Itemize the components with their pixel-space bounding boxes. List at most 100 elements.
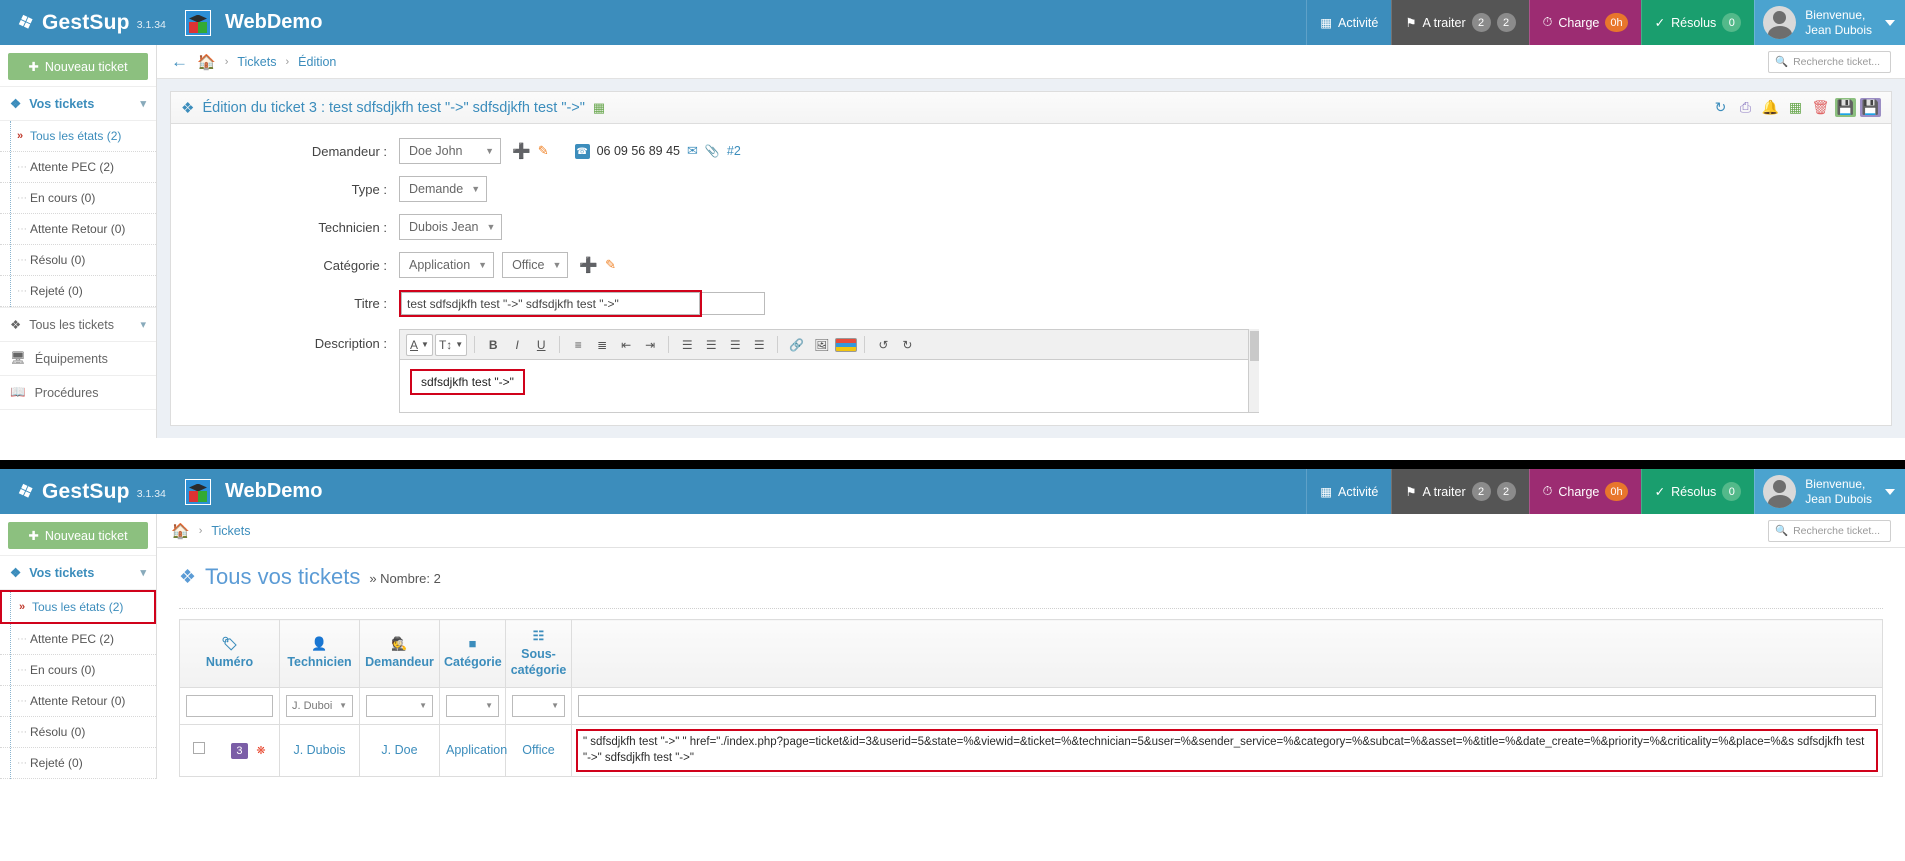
sidebar-section-your-tickets[interactable]: ❖ Vos tickets ▾ xyxy=(0,86,156,121)
top-search-input[interactable]: 🔍 Recherche ticket... xyxy=(1768,50,1891,73)
filter-numero-input[interactable] xyxy=(186,694,273,717)
pencil-icon[interactable]: ✎ xyxy=(538,143,549,159)
type-select[interactable]: Demande ▼ xyxy=(399,176,488,202)
sidebar-section-all-tickets[interactable]: ❖ Tous les tickets ▾ xyxy=(0,307,156,342)
breadcrumb-tickets[interactable]: Tickets xyxy=(237,55,276,69)
bold-icon[interactable]: B xyxy=(482,334,504,356)
nav-a-traiter[interactable]: ⚑ A traiter 2 2 xyxy=(1391,469,1529,514)
nav-charge[interactable]: ⏱ Charge 0h xyxy=(1528,0,1641,45)
brand-area[interactable]: ❖ GestSup 3.1.34 xyxy=(0,479,175,506)
filter-souscategorie-select[interactable]: ▼ xyxy=(512,694,565,717)
sidebar-item-tous-les-etats[interactable]: » Tous les états (2) xyxy=(0,590,156,624)
ticket-ref-link[interactable]: #2 xyxy=(727,144,741,158)
font-color-icon[interactable]: A ▼ xyxy=(406,333,433,356)
palette-icon[interactable] xyxy=(835,337,858,352)
pencil-icon[interactable]: ✎ xyxy=(605,257,616,273)
new-ticket-button[interactable]: ✚ Nouveau ticket xyxy=(8,522,148,549)
nav-a-traiter[interactable]: ⚑ A traiter 2 2 xyxy=(1391,0,1529,45)
envelope-icon[interactable]: ✉ xyxy=(687,143,698,159)
sidebar-item-attente-pec[interactable]: ··· Attente PEC (2) xyxy=(0,624,156,655)
categorie-select[interactable]: Application ▼ xyxy=(399,252,495,278)
col-numero[interactable]: 🏷 Numéro xyxy=(179,619,280,688)
col-titre[interactable] xyxy=(571,619,1883,688)
link-icon[interactable]: 🔗 xyxy=(785,334,808,356)
col-technicien[interactable]: 👤 Technicien xyxy=(279,619,360,688)
row-checkbox[interactable] xyxy=(193,741,206,754)
table-row[interactable]: 3 ❋ J. Dubois J. Doe Application Office … xyxy=(179,723,1883,777)
cell-technicien[interactable]: J. Dubois xyxy=(279,723,360,777)
sidebar-item-resolu[interactable]: ··· Résolu (0) xyxy=(0,245,156,276)
editor-scrollbar[interactable] xyxy=(1248,329,1259,412)
print-icon[interactable]: ⎙ xyxy=(1735,98,1756,117)
new-ticket-button[interactable]: ✚ Nouveau ticket xyxy=(8,53,148,80)
refresh-icon[interactable]: ↻ xyxy=(1710,98,1731,117)
sidebar-item-rejete[interactable]: ··· Rejeté (0) xyxy=(0,748,156,779)
sidebar-item-en-cours[interactable]: ··· En cours (0) xyxy=(0,655,156,686)
font-size-icon[interactable]: T↕ ▼ xyxy=(434,333,468,356)
nav-activite[interactable]: ▦ Activité xyxy=(1306,469,1392,514)
sidebar-item-procedures[interactable]: 📖 Procédures xyxy=(0,376,156,410)
filter-demandeur-select[interactable]: ▼ xyxy=(366,694,433,717)
filter-titre-input[interactable] xyxy=(578,694,1876,717)
sidebar-item-attente-retour[interactable]: ··· Attente Retour (0) xyxy=(0,214,156,245)
trash-icon[interactable]: 🗑 xyxy=(1810,98,1831,117)
redo-icon[interactable]: ↻ xyxy=(896,334,918,356)
align-justify-icon[interactable]: ☰ xyxy=(748,334,770,356)
technicien-select[interactable]: Dubois Jean ▼ xyxy=(399,214,503,240)
nav-resolus[interactable]: ✓ Résolus 0 xyxy=(1640,0,1755,45)
col-demandeur[interactable]: 🕵 Demandeur xyxy=(359,619,440,688)
cell-titre[interactable]: " sdfsdjkfh test "->" " href="./index.ph… xyxy=(571,723,1883,777)
align-right-icon[interactable]: ☰ xyxy=(724,334,746,356)
home-icon[interactable]: 🏠 xyxy=(171,522,190,540)
align-center-icon[interactable]: ☰ xyxy=(700,334,722,356)
nav-resolus[interactable]: ✓ Résolus 0 xyxy=(1640,469,1755,514)
image-icon[interactable]: 🖼 xyxy=(810,334,833,356)
sidebar-item-tous-les-etats[interactable]: » Tous les états (2) xyxy=(0,121,156,152)
calendar-green-icon[interactable]: ▦ xyxy=(593,100,605,116)
souscategorie-select[interactable]: Office ▼ xyxy=(502,252,569,278)
plus-circle-icon[interactable]: ➕ xyxy=(512,142,531,160)
col-souscategorie[interactable]: ☷ Sous-catégorie xyxy=(505,619,572,688)
paperclip-icon[interactable]: 📎 xyxy=(705,144,720,158)
user-menu[interactable]: Bienvenue, Jean Dubois xyxy=(1754,0,1905,45)
numbered-list-icon[interactable]: ≣ xyxy=(591,334,613,356)
bullet-list-icon[interactable]: ≡ xyxy=(567,334,589,356)
titre-input[interactable]: test sdfsdjkfh test "->" sdfsdjkfh test … xyxy=(401,292,700,315)
sidebar-item-attente-pec[interactable]: ··· Attente PEC (2) xyxy=(0,152,156,183)
breadcrumb-edition[interactable]: Édition xyxy=(298,55,336,69)
save-as-icon[interactable]: 💾 xyxy=(1860,98,1881,117)
nav-charge[interactable]: ⏱ Charge 0h xyxy=(1528,469,1641,514)
save-icon[interactable]: 💾 xyxy=(1835,98,1856,117)
home-icon[interactable]: 🏠 xyxy=(197,53,216,71)
user-menu[interactable]: Bienvenue, Jean Dubois xyxy=(1754,469,1905,514)
underline-icon[interactable]: U xyxy=(530,334,552,356)
cell-souscategorie[interactable]: Office xyxy=(505,723,572,777)
outdent-icon[interactable]: ⇤ xyxy=(615,334,637,356)
align-left-icon[interactable]: ☰ xyxy=(676,334,698,356)
nav-activite[interactable]: ▦ Activité xyxy=(1306,0,1392,45)
brand-area[interactable]: ❖ GestSup 3.1.34 xyxy=(0,10,175,37)
bottom-search-input[interactable]: 🔍 Recherche ticket... xyxy=(1768,519,1891,542)
sidebar-item-equipements[interactable]: 🖥 Équipements xyxy=(0,342,156,376)
sidebar-item-attente-retour[interactable]: ··· Attente Retour (0) xyxy=(0,686,156,717)
calendar-icon[interactable]: ▦ xyxy=(1785,98,1806,117)
italic-icon[interactable]: I xyxy=(506,334,528,356)
filter-technicien-select[interactable]: J. Duboi ▼ xyxy=(286,694,353,717)
demandeur-select[interactable]: Doe John ▼ xyxy=(399,138,501,164)
bell-icon[interactable]: 🔔 xyxy=(1760,98,1781,117)
titre-input-overflow[interactable] xyxy=(702,292,765,315)
undo-icon[interactable]: ↺ xyxy=(872,334,894,356)
sidebar-item-en-cours[interactable]: ··· En cours (0) xyxy=(0,183,156,214)
cell-demandeur[interactable]: J. Doe xyxy=(359,723,440,777)
col-categorie[interactable]: ■ Catégorie xyxy=(439,619,506,688)
indent-icon[interactable]: ⇥ xyxy=(639,334,661,356)
cell-categorie[interactable]: Application xyxy=(439,723,507,777)
arrow-left-icon[interactable]: ← xyxy=(171,52,188,72)
sidebar-item-resolu[interactable]: ··· Résolu (0) xyxy=(0,717,156,748)
sidebar-section-your-tickets[interactable]: ❖ Vos tickets ▾ xyxy=(0,555,156,590)
ticket-number-badge[interactable]: 3 xyxy=(230,742,248,759)
description-text-area[interactable]: sdfsdjkfh test "->" xyxy=(400,329,1259,412)
plus-circle-icon[interactable]: ➕ xyxy=(579,256,598,274)
filter-categorie-select[interactable]: ▼ xyxy=(446,694,499,717)
breadcrumb-tickets[interactable]: Tickets xyxy=(211,524,250,538)
